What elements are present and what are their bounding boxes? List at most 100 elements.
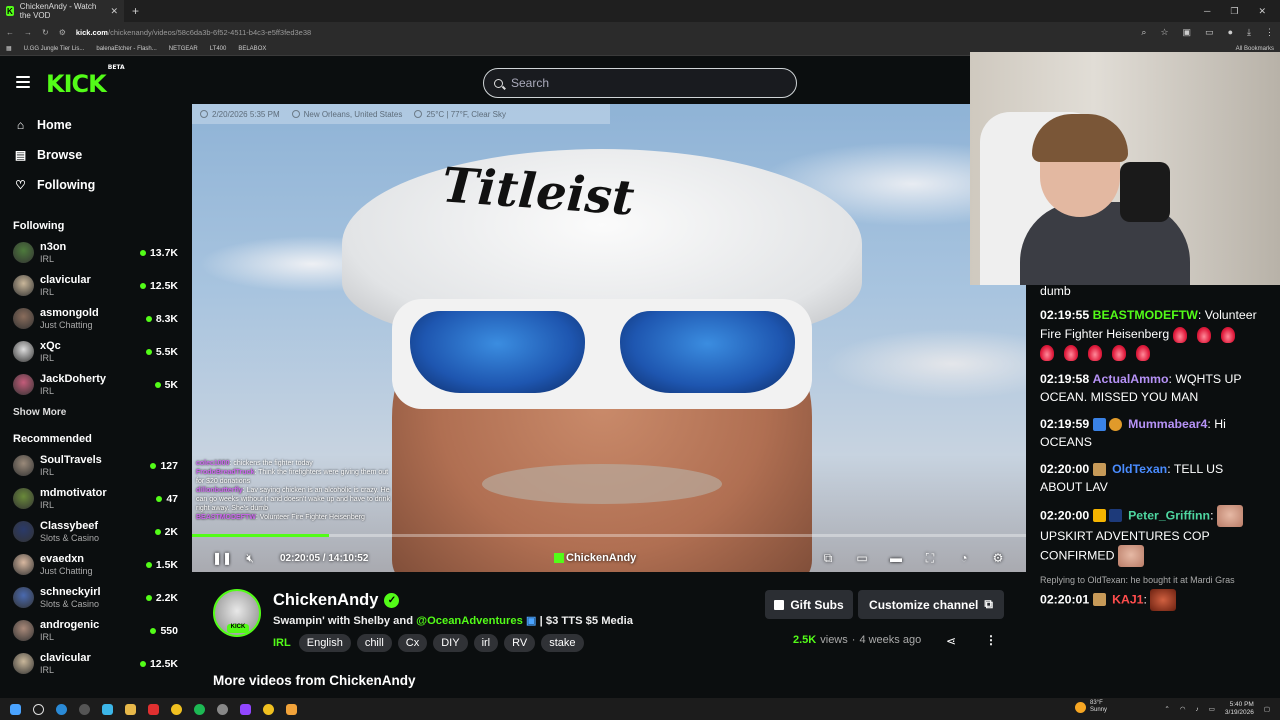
more-options-icon[interactable]: ⋮ bbox=[985, 633, 997, 647]
viewer-count: 5.5K bbox=[145, 346, 178, 358]
bookmark-item[interactable]: LT400 bbox=[210, 46, 227, 52]
theater-mode-icon[interactable]: ▬ bbox=[888, 551, 904, 566]
customize-channel-button[interactable]: Customize channel ⧉ bbox=[858, 590, 1004, 619]
network-icon[interactable]: ◠ bbox=[1180, 705, 1186, 713]
mention-link[interactable]: @OceanAdventures bbox=[416, 615, 523, 627]
tag-chip[interactable]: English bbox=[298, 634, 351, 652]
apps-icon[interactable]: ▦ bbox=[6, 45, 12, 52]
tray-chevron-icon[interactable]: ⌃ bbox=[1164, 705, 1169, 713]
app-icon[interactable] bbox=[240, 703, 251, 715]
sidebar-channel-xqc[interactable]: xQc IRL 5.5K bbox=[0, 335, 190, 368]
video-player[interactable]: Titleist 2/20/2026 5:35 PM New Orleans, … bbox=[192, 104, 1026, 572]
fullscreen-icon[interactable]: ⛶ bbox=[922, 551, 938, 566]
kick-logo[interactable]: KICKBETA bbox=[46, 64, 125, 98]
volume-icon[interactable]: ♪ bbox=[1196, 706, 1199, 713]
tag-chip[interactable]: Cx bbox=[397, 634, 428, 652]
overlay-chat-line: BEASTMODEFTW: Volunteer Fire Fighter Hei… bbox=[196, 514, 365, 521]
tag-chip[interactable]: irl bbox=[473, 634, 499, 652]
sidebar-channel-mdmotivator[interactable]: mdmotivator IRL 47 bbox=[0, 482, 190, 515]
chat-username[interactable]: OldTexan bbox=[1112, 462, 1167, 476]
site-info-icon[interactable]: ⚙ bbox=[59, 28, 66, 37]
zoom-icon[interactable]: ⌕ bbox=[1141, 27, 1146, 38]
pause-icon[interactable]: ❚❚ bbox=[212, 551, 232, 565]
pip-icon[interactable]: ▭ bbox=[854, 551, 870, 566]
chat-username[interactable]: KAJ1 bbox=[1112, 592, 1143, 606]
settings-gear-icon[interactable]: ⚙ bbox=[990, 551, 1006, 566]
sidebar-channel-schneckyirl[interactable]: schneckyirl Slots & Casino 2.2K bbox=[0, 581, 190, 614]
sidebar-item-home[interactable]: ⌂ Home bbox=[0, 110, 190, 140]
playback-speed-icon[interactable]: ◔ bbox=[956, 551, 972, 566]
restore-icon[interactable]: ❐ bbox=[1230, 6, 1238, 17]
battery-icon[interactable]: ▭ bbox=[1209, 705, 1215, 713]
bookmark-star-icon[interactable]: ☆ bbox=[1160, 27, 1168, 38]
sidebar-channel-clavicular[interactable]: clavicular IRL 12.5K bbox=[0, 269, 190, 302]
download-icon[interactable]: ⤓ bbox=[1247, 27, 1251, 38]
bookmark-item[interactable]: balenaEtcher - Flash... bbox=[96, 46, 156, 52]
live-dot-icon bbox=[150, 627, 157, 634]
sidebar-channel-asmongold[interactable]: asmongold Just Chatting 8.3K bbox=[0, 302, 190, 335]
close-tab-icon[interactable]: ✕ bbox=[110, 6, 118, 17]
chat-username[interactable]: BEASTMODEFTW bbox=[1093, 308, 1198, 322]
chat-message: 02:19:58 ActualAmmo: WQHTS UP OCEAN. MIS… bbox=[1040, 371, 1242, 405]
back-icon[interactable]: ← bbox=[6, 28, 14, 37]
share-icon[interactable]: ⋖ bbox=[946, 634, 956, 648]
hamburger-menu-icon[interactable] bbox=[16, 76, 30, 88]
chat-username[interactable]: ActualAmmo bbox=[1093, 372, 1169, 386]
taskbar-weather[interactable]: 83°F Sunny bbox=[1075, 700, 1107, 714]
app-icon[interactable] bbox=[102, 703, 113, 715]
close-window-icon[interactable]: ✕ bbox=[1258, 6, 1266, 17]
sidebar-item-following[interactable]: ♡ Following bbox=[0, 170, 190, 200]
channel-avatar[interactable]: KICK bbox=[213, 589, 261, 637]
channel-name[interactable]: ChickenAndy ✓ bbox=[273, 591, 400, 610]
cast-icon[interactable]: ▭ bbox=[1205, 27, 1214, 38]
profile-icon[interactable]: ● bbox=[1228, 27, 1233, 38]
url-field[interactable]: kick.com/chickenandy/videos/58c6da3b-6f5… bbox=[76, 28, 311, 37]
tag-chip[interactable]: stake bbox=[541, 634, 584, 652]
chat-username[interactable]: Mummabear4 bbox=[1128, 417, 1207, 431]
edge-icon[interactable] bbox=[56, 703, 67, 715]
start-icon[interactable] bbox=[10, 703, 21, 715]
sidebar-channel-clavicular[interactable]: clavicular IRL 12.5K bbox=[0, 647, 190, 680]
tag-chip[interactable]: RV bbox=[504, 634, 536, 652]
minimize-icon[interactable]: ─ bbox=[1204, 6, 1210, 17]
mute-icon[interactable]: 🔇︎ bbox=[242, 551, 258, 566]
sidebar-channel-jackdoherty[interactable]: JackDoherty IRL 5K bbox=[0, 368, 190, 401]
video-progress-bar[interactable] bbox=[192, 534, 1026, 537]
chat-username[interactable]: Peter_Griffinn bbox=[1128, 508, 1210, 522]
sidebar-channel-soultravels[interactable]: SoulTravels IRL 127 bbox=[0, 449, 190, 482]
taskbar-search-icon[interactable] bbox=[33, 703, 44, 715]
youtube-icon[interactable] bbox=[148, 703, 159, 715]
search-bar[interactable] bbox=[483, 68, 797, 98]
extensions-icon[interactable]: ▣ bbox=[1183, 27, 1192, 38]
clock[interactable]: 5:40 PM 3/19/2026 bbox=[1225, 701, 1254, 717]
file-explorer-icon[interactable] bbox=[125, 703, 136, 715]
miniplayer-icon[interactable]: ⧉ bbox=[820, 551, 836, 566]
sidebar-channel-androgenic[interactable]: androgenic IRL 550 bbox=[0, 614, 190, 647]
tag-chip[interactable]: chill bbox=[356, 634, 392, 652]
all-bookmarks[interactable]: All Bookmarks bbox=[1236, 46, 1274, 52]
bookmark-item[interactable]: NETGEAR bbox=[169, 46, 198, 52]
notifications-icon[interactable]: ▢ bbox=[1264, 705, 1270, 713]
sidebar-channel-classybeef[interactable]: Classybeef Slots & Casino 2K bbox=[0, 515, 190, 548]
chrome-icon[interactable] bbox=[171, 703, 182, 715]
spotify-icon[interactable] bbox=[194, 703, 205, 715]
browser-menu-icon[interactable]: ⋮ bbox=[1265, 27, 1274, 38]
forward-icon[interactable]: → bbox=[24, 28, 32, 37]
category-link[interactable]: IRL bbox=[273, 637, 291, 649]
new-tab-button[interactable]: + bbox=[132, 4, 139, 18]
app-icon[interactable] bbox=[286, 703, 297, 715]
search-input[interactable] bbox=[511, 76, 771, 90]
bookmark-item[interactable]: BELABOX bbox=[238, 46, 266, 52]
show-more-link[interactable]: Show More bbox=[0, 401, 190, 423]
app-icon[interactable] bbox=[79, 703, 90, 715]
reload-icon[interactable]: ↻ bbox=[42, 28, 49, 37]
sidebar-channel-evaedxn[interactable]: evaedxn Just Chatting 1.5K bbox=[0, 548, 190, 581]
gift-subs-button[interactable]: Gift Subs bbox=[765, 590, 853, 619]
chrome-icon[interactable] bbox=[263, 703, 274, 715]
tag-chip[interactable]: DIY bbox=[433, 634, 468, 652]
sidebar-channel-n3on[interactable]: n3on IRL 13.7K bbox=[0, 236, 190, 269]
sidebar-item-browse[interactable]: ▤ Browse bbox=[0, 140, 190, 170]
browser-tab[interactable]: K ChickenAndy - Watch the VOD ✕ bbox=[0, 0, 124, 22]
app-icon[interactable] bbox=[217, 703, 228, 715]
bookmark-item[interactable]: U.GG Jungle Tier Lis... bbox=[24, 46, 85, 52]
